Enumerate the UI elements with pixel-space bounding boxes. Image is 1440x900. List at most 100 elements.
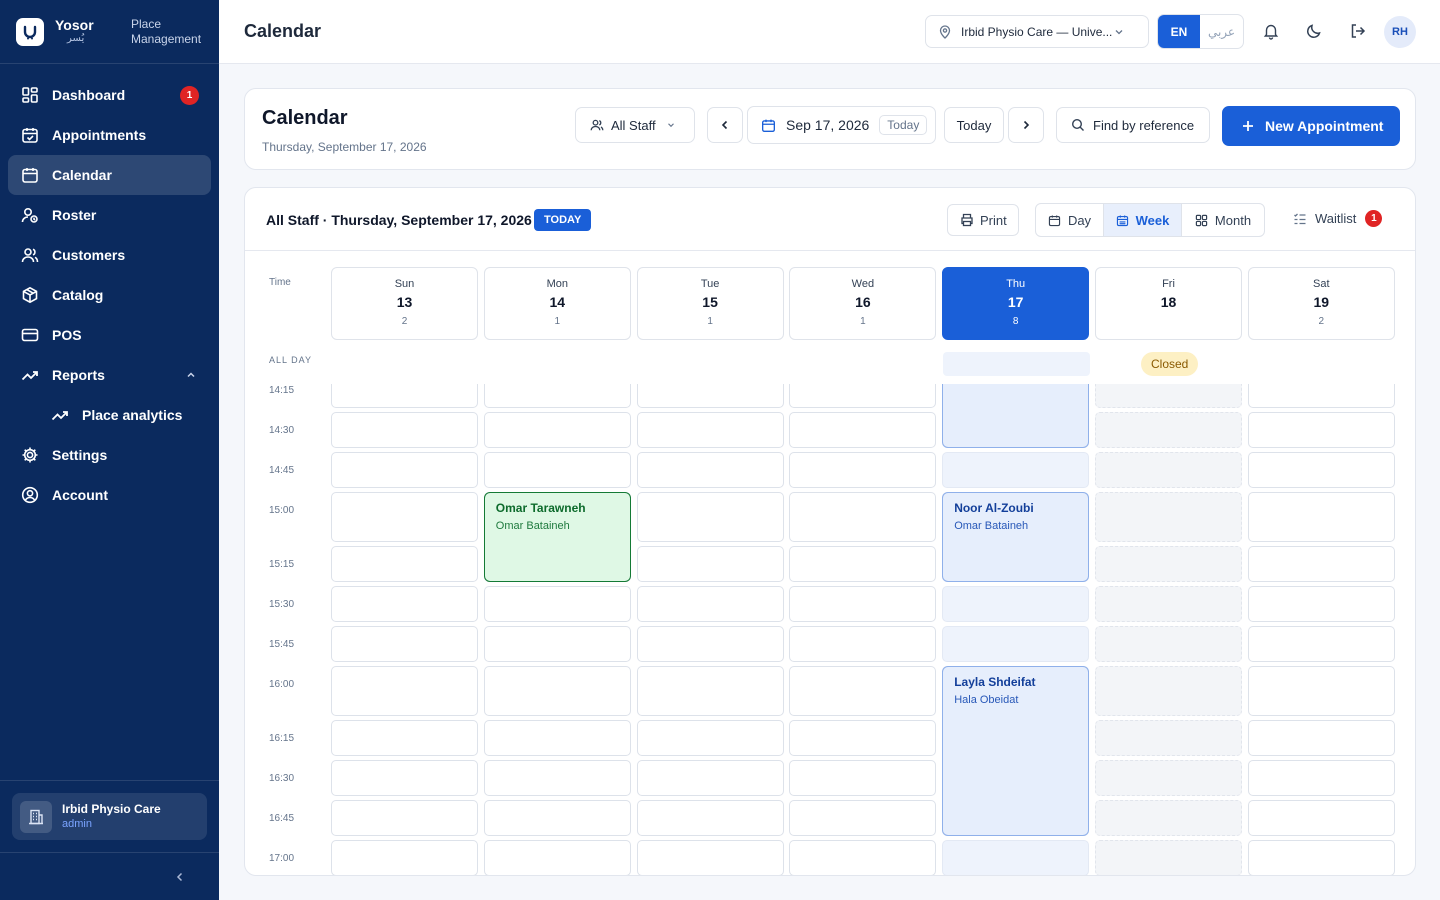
time-slot[interactable] <box>1247 720 1395 756</box>
time-slot[interactable] <box>789 800 937 836</box>
time-slot[interactable] <box>483 452 631 488</box>
day-header-mon[interactable]: Mon 14 1 <box>483 267 631 340</box>
staff-filter-select[interactable]: All Staff <box>575 107 695 143</box>
appointment-card[interactable] <box>942 384 1090 448</box>
time-slot[interactable] <box>1247 412 1395 448</box>
time-slot[interactable] <box>331 666 478 716</box>
waitlist-button[interactable]: Waitlist 1 <box>1293 210 1383 227</box>
moon-icon[interactable] <box>1305 22 1323 40</box>
time-slot[interactable] <box>789 720 937 756</box>
date-picker[interactable]: Sep 17, 2026 Today <box>747 106 936 144</box>
time-slot[interactable] <box>331 840 478 875</box>
day-header-thu[interactable]: Thu 17 8 <box>942 267 1090 340</box>
time-slot[interactable] <box>1247 800 1395 836</box>
time-slot[interactable] <box>331 546 478 582</box>
logout-icon[interactable] <box>1349 22 1367 40</box>
print-button[interactable]: Print <box>947 204 1019 236</box>
place-switcher[interactable]: Irbid Physio Care admin <box>12 793 207 840</box>
time-slot[interactable] <box>331 800 478 836</box>
time-slot[interactable] <box>331 720 478 756</box>
sidebar-item-customers[interactable]: Customers <box>8 235 211 275</box>
time-slot[interactable] <box>1247 586 1395 622</box>
time-slot[interactable] <box>636 626 784 662</box>
appointment-card[interactable]: Noor Al-Zoubi Omar Bataineh <box>942 492 1090 582</box>
time-slot[interactable] <box>789 626 937 662</box>
time-slot[interactable] <box>789 452 937 488</box>
time-slot[interactable] <box>331 626 478 662</box>
day-header-wed[interactable]: Wed 16 1 <box>789 267 937 340</box>
time-slot[interactable] <box>1247 840 1395 875</box>
time-slot[interactable] <box>789 384 937 408</box>
day-header-tue[interactable]: Tue 15 1 <box>636 267 784 340</box>
day-header-sun[interactable]: Sun 13 2 <box>331 267 478 340</box>
time-slot[interactable] <box>942 452 1090 488</box>
time-slot[interactable] <box>1247 666 1395 716</box>
time-slot[interactable] <box>1247 626 1395 662</box>
time-slot[interactable] <box>1247 452 1395 488</box>
time-slot[interactable] <box>483 586 631 622</box>
next-date-button[interactable] <box>1008 107 1044 143</box>
time-slot[interactable] <box>483 626 631 662</box>
sidebar-item-roster[interactable]: Roster <box>8 195 211 235</box>
sidebar-item-dashboard[interactable]: Dashboard 1 <box>8 75 211 115</box>
time-slot[interactable] <box>942 626 1090 662</box>
chevron-up-icon[interactable] <box>185 369 197 381</box>
sidebar-item-catalog[interactable]: Catalog <box>8 275 211 315</box>
time-slot[interactable] <box>789 546 937 582</box>
view-week-button[interactable]: Week <box>1104 204 1182 236</box>
time-slot[interactable] <box>789 492 937 542</box>
time-slot[interactable] <box>636 720 784 756</box>
time-slot[interactable] <box>483 666 631 716</box>
time-slot[interactable] <box>636 800 784 836</box>
time-slot[interactable] <box>636 452 784 488</box>
avatar[interactable]: RH <box>1384 16 1416 48</box>
time-slot[interactable] <box>331 586 478 622</box>
time-slot[interactable] <box>331 452 478 488</box>
today-button[interactable]: Today <box>944 107 1004 143</box>
bell-icon[interactable] <box>1262 22 1280 40</box>
time-slot[interactable] <box>789 586 937 622</box>
time-slot[interactable] <box>331 492 478 542</box>
view-month-button[interactable]: Month <box>1182 204 1264 236</box>
time-slot[interactable] <box>483 800 631 836</box>
time-slot[interactable] <box>483 384 631 408</box>
time-slot[interactable] <box>331 412 478 448</box>
time-slot[interactable] <box>331 384 478 408</box>
find-by-reference-button[interactable]: Find by reference <box>1056 107 1210 143</box>
time-slot[interactable] <box>483 840 631 875</box>
appointment-card[interactable]: Omar Tarawneh Omar Bataineh <box>483 492 631 582</box>
time-slot[interactable] <box>1247 546 1395 582</box>
time-slot[interactable] <box>789 666 937 716</box>
location-select[interactable]: Irbid Physio Care — Unive... <box>925 15 1149 48</box>
time-slot[interactable] <box>1247 760 1395 796</box>
time-slot[interactable] <box>942 586 1090 622</box>
prev-date-button[interactable] <box>707 107 743 143</box>
time-slot[interactable] <box>636 760 784 796</box>
day-header-fri[interactable]: Fri 18 <box>1095 267 1242 340</box>
time-slot[interactable] <box>636 840 784 875</box>
sidebar-item-appointments[interactable]: Appointments <box>8 115 211 155</box>
sidebar-item-place-analytics[interactable]: Place analytics <box>8 395 211 435</box>
time-slot[interactable] <box>1247 492 1395 542</box>
time-slot[interactable] <box>789 760 937 796</box>
time-slot[interactable] <box>636 546 784 582</box>
time-slot[interactable] <box>636 384 784 408</box>
time-slot[interactable] <box>636 492 784 542</box>
time-slot[interactable] <box>789 412 937 448</box>
time-slot[interactable] <box>789 840 937 875</box>
time-slot[interactable] <box>331 760 478 796</box>
all-day-cell-today[interactable] <box>943 352 1090 376</box>
time-slot[interactable] <box>636 412 784 448</box>
time-slot[interactable] <box>636 586 784 622</box>
time-slot[interactable] <box>636 666 784 716</box>
sidebar-item-account[interactable]: Account <box>8 475 211 515</box>
time-slot[interactable] <box>1247 384 1395 408</box>
sidebar-item-pos[interactable]: POS <box>8 315 211 355</box>
time-slot[interactable] <box>942 840 1090 875</box>
lang-ar-button[interactable]: عربي <box>1200 15 1243 48</box>
lang-en-button[interactable]: EN <box>1158 15 1200 48</box>
time-slot[interactable] <box>483 720 631 756</box>
yosor-logo-icon[interactable] <box>16 17 44 46</box>
day-header-sat[interactable]: Sat 19 2 <box>1247 267 1395 340</box>
time-slot[interactable] <box>483 760 631 796</box>
